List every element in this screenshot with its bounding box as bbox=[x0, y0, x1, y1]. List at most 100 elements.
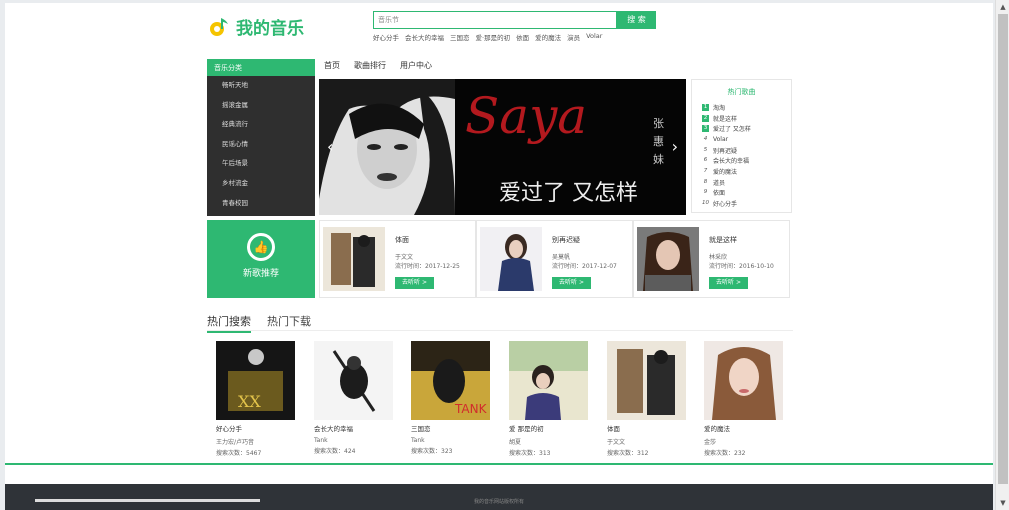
album-artist: Tank bbox=[411, 437, 425, 444]
artist-name: 吴莫帆 bbox=[552, 254, 571, 261]
sidebar-item[interactable]: 畅听天地 bbox=[207, 76, 315, 96]
album-item[interactable]: 体面 于文文 搜索次数：312 bbox=[607, 341, 687, 457]
hot-word[interactable]: 演员 bbox=[567, 32, 580, 42]
rank-badge: 2 bbox=[702, 114, 709, 122]
rank-badge: 8 bbox=[703, 178, 708, 185]
prev-arrow-icon[interactable]: ‹ bbox=[327, 137, 333, 156]
recommend-card: 别再迟疑 吴莫帆 流行时间：2017-12-07 去听听 > bbox=[476, 220, 633, 298]
song-name: 好心分手 bbox=[713, 201, 738, 209]
album-artist: 金莎 bbox=[704, 439, 717, 446]
album-item[interactable]: TANK 三国恋 Tank 搜索次数：323 bbox=[411, 341, 491, 455]
sidebar-title: 音乐分类 bbox=[207, 59, 315, 76]
thumbs-up-icon: 👍 bbox=[247, 233, 275, 261]
recommend-card: 体面 于文文 流行时间：2017-12-25 去听听 > bbox=[319, 220, 476, 298]
listen-button[interactable]: 去听听 > bbox=[395, 277, 434, 289]
song-row[interactable]: 10 好心分手 bbox=[692, 198, 791, 209]
rank-badge: 6 bbox=[703, 157, 708, 164]
rank-badge: 10 bbox=[702, 200, 709, 207]
song-row[interactable]: 8 道员 bbox=[692, 177, 791, 188]
album-cover[interactable] bbox=[314, 341, 393, 420]
scroll-up-icon[interactable]: ▲ bbox=[996, 0, 1009, 14]
banner-artist: 张惠妹 bbox=[653, 117, 664, 166]
album-cover[interactable]: XX bbox=[216, 341, 295, 420]
album-cover[interactable] bbox=[323, 227, 385, 291]
main-nav: 首页 歌曲排行 用户中心 bbox=[324, 60, 432, 71]
nav-home[interactable]: 首页 bbox=[324, 60, 340, 71]
rank-badge: 9 bbox=[703, 189, 708, 196]
song-row[interactable]: 4 Volar bbox=[692, 134, 791, 145]
album-artist: 王力宏/卢巧音 bbox=[216, 439, 255, 446]
song-name: 爱的魔法 bbox=[713, 168, 738, 176]
song-row[interactable]: 1 淘淘 bbox=[692, 102, 791, 113]
banner-artwork: Saya 张惠妹 爱过了 又怎样 bbox=[455, 79, 686, 215]
hot-word[interactable]: Volar bbox=[586, 32, 602, 42]
album-title: 体面 bbox=[607, 425, 620, 433]
next-arrow-icon[interactable]: › bbox=[672, 137, 678, 156]
hot-word[interactable]: 三国恋 bbox=[450, 32, 470, 42]
sidebar-item[interactable]: 青春校园 bbox=[207, 194, 315, 214]
song-row[interactable]: 2 就是这样 bbox=[692, 113, 791, 124]
album-item[interactable]: 会长大的幸福 Tank 搜索次数：424 bbox=[314, 341, 394, 455]
song-row[interactable]: 9 依面 bbox=[692, 188, 791, 199]
vertical-scrollbar[interactable]: ▲ ▼ bbox=[995, 0, 1009, 510]
song-title: 别再迟疑 bbox=[552, 236, 580, 244]
search-count: 搜索次数：232 bbox=[704, 450, 746, 457]
hot-word[interactable]: 依面 bbox=[516, 32, 529, 42]
album-cover[interactable] bbox=[704, 341, 783, 420]
album-item[interactable]: XX 好心分手 王力宏/卢巧音 搜索次数：5467 bbox=[216, 341, 296, 457]
listen-button[interactable]: 去听听 > bbox=[709, 277, 748, 289]
search-count: 搜索次数：312 bbox=[607, 450, 649, 457]
nav-user-center[interactable]: 用户中心 bbox=[400, 60, 432, 71]
album-item[interactable]: 爱的魔法 金莎 搜索次数：232 bbox=[704, 341, 784, 457]
sidebar-item[interactable]: 摇滚金属 bbox=[207, 96, 315, 116]
search-button[interactable]: 搜 索 bbox=[617, 11, 656, 29]
hot-songs-panel: 热门歌曲 1 淘淘 2 就是这样 3 爱过了 又怎样 4 Volar 5 别再迟疑 6 会长… bbox=[691, 79, 792, 213]
song-row[interactable]: 7 爱的魔法 bbox=[692, 166, 791, 177]
album-title: 爱的魔法 bbox=[704, 425, 730, 433]
artist-name: 于文文 bbox=[395, 254, 414, 261]
hot-word[interactable]: 会长大的幸福 bbox=[405, 32, 444, 42]
song-row[interactable]: 3 爱过了 又怎样 bbox=[692, 123, 791, 134]
album-cover[interactable] bbox=[509, 341, 588, 420]
hot-songs-title: 热门歌曲 bbox=[727, 88, 756, 96]
banner-caption: 爱过了 又怎样 bbox=[499, 181, 638, 206]
listen-button[interactable]: 去听听 > bbox=[552, 277, 591, 289]
song-name: 道员 bbox=[713, 179, 726, 187]
search-count: 搜索次数：424 bbox=[314, 448, 356, 455]
horizontal-scrollbar[interactable] bbox=[35, 499, 260, 502]
release-date: 流行时间：2016-10-10 bbox=[709, 263, 774, 270]
banner-carousel[interactable]: Saya 张惠妹 爱过了 又怎样 ‹ › bbox=[319, 79, 686, 215]
album-artist: 胡夏 bbox=[509, 439, 522, 446]
scroll-thumb[interactable] bbox=[998, 14, 1008, 484]
rank-badge: 5 bbox=[703, 146, 708, 153]
song-row[interactable]: 6 会长大的幸福 bbox=[692, 155, 791, 166]
nav-ranking[interactable]: 歌曲排行 bbox=[354, 60, 386, 71]
song-row[interactable]: 5 别再迟疑 bbox=[692, 145, 791, 156]
hot-word[interactable]: 爱的魔法 bbox=[535, 32, 561, 42]
artist-name: 林采欣 bbox=[709, 254, 728, 261]
new-songs-recommend[interactable]: 👍 新歌推荐 bbox=[207, 220, 315, 298]
sidebar-item[interactable]: 乡村流金 bbox=[207, 174, 315, 194]
hot-search-words: 好心分手 会长大的幸福 三国恋 爱·那是的初 依面 爱的魔法 演员 Volar bbox=[373, 32, 602, 42]
scroll-down-icon[interactable]: ▼ bbox=[996, 496, 1009, 510]
album-cover[interactable] bbox=[607, 341, 686, 420]
sidebar-item[interactable]: 午后场景 bbox=[207, 154, 315, 174]
album-artist: Tank bbox=[314, 437, 328, 444]
album-title: 好心分手 bbox=[216, 425, 242, 433]
album-cover[interactable]: TANK bbox=[411, 341, 490, 420]
rank-badge: 1 bbox=[702, 103, 709, 111]
hot-word[interactable]: 好心分手 bbox=[373, 32, 399, 42]
logo[interactable]: 我的音乐 bbox=[208, 14, 304, 39]
sidebar-item[interactable]: 民谣心情 bbox=[207, 135, 315, 155]
album-item[interactable]: 爱 那是的初 胡夏 搜索次数：313 bbox=[509, 341, 589, 457]
album-cover[interactable] bbox=[480, 227, 542, 291]
album-artist: 于文文 bbox=[607, 439, 626, 446]
divider bbox=[207, 330, 793, 331]
hot-word[interactable]: 爱·那是的初 bbox=[476, 32, 511, 42]
sidebar-item[interactable]: 经典流行 bbox=[207, 115, 315, 135]
album-cover[interactable] bbox=[637, 227, 699, 291]
search-input[interactable]: 音乐节 bbox=[373, 11, 617, 29]
music-note-icon bbox=[208, 16, 230, 38]
song-title: 体面 bbox=[395, 236, 409, 244]
album-title: 三国恋 bbox=[411, 425, 431, 433]
